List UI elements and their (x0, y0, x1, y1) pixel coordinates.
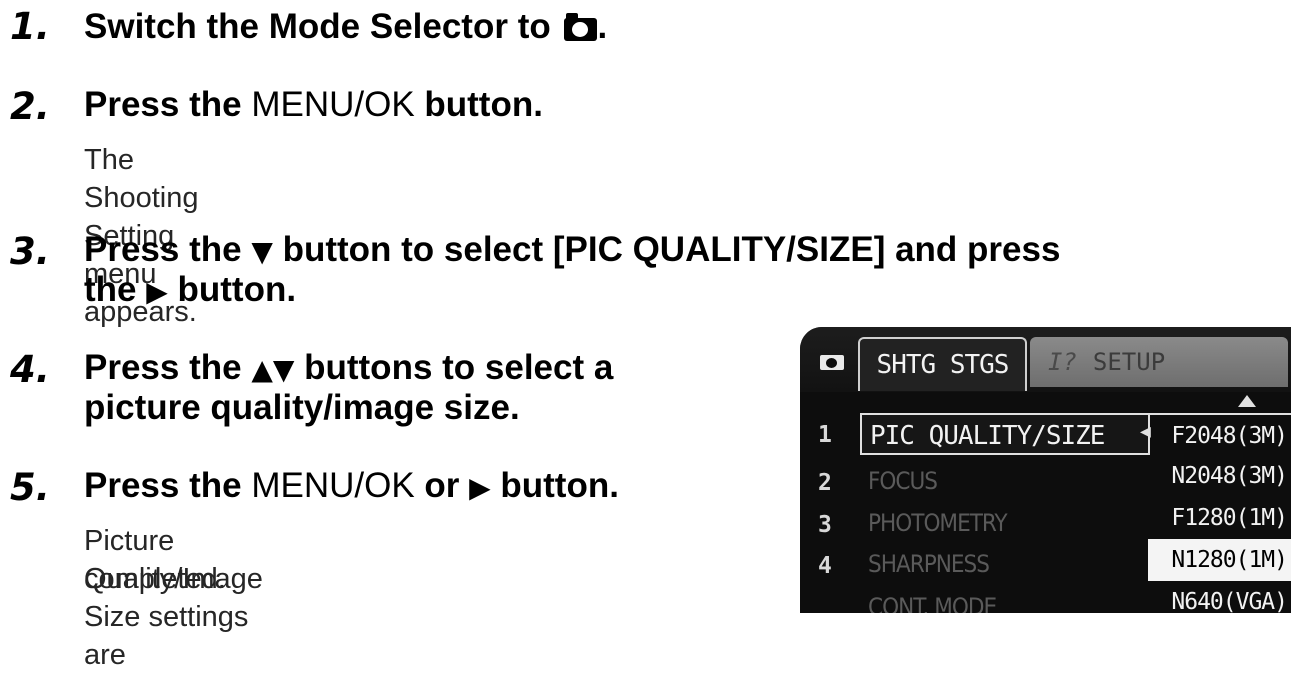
right-arrow-icon: ▶ (469, 471, 491, 504)
menu-ok-key-label: MENU/OK (251, 85, 415, 124)
menu-item-sharpness: SHARPNESS (868, 550, 990, 578)
tab-setup: I? SETUP (1030, 337, 1288, 387)
tab-shooting-settings: SHTG STGS (858, 337, 1027, 391)
step-heading-line-2: picture quality/image size. (84, 388, 520, 427)
menu-ok-key-label: MENU/OK (251, 466, 415, 505)
step-body-line-2: completed. (84, 563, 226, 595)
step-number: 4. (10, 348, 50, 391)
step-body-line-1: Picture Quality/Image Size settings are (84, 525, 263, 671)
menu-item-cont-mode: CONT. MODE (868, 593, 997, 613)
pic-quality-submenu: F2048(3M) N2048(3M) F1280(1M) N1280(1M) … (1148, 413, 1291, 613)
step-number: 5. (10, 466, 50, 509)
row-number: 1 (818, 422, 832, 448)
submenu-option: F1280(1M) (1171, 505, 1288, 531)
menu-tab-bar: SHTG STGS I? SETUP (800, 327, 1291, 392)
step-number: 2. (10, 85, 50, 128)
submenu-option-selected: N1280(1M) (1148, 539, 1291, 581)
down-arrow-icon: ▼ (251, 235, 273, 268)
submenu-option: N640(VGA) (1171, 589, 1288, 613)
camera-menu-screen: SHTG STGS I? SETUP 1 PIC QUALITY/SIZE ◀ 2… (800, 327, 1291, 613)
setup-icon: I? (1048, 348, 1077, 376)
menu-item-pic-quality-size: PIC QUALITY/SIZE (860, 413, 1150, 455)
step-heading: Press the MENU/OK or ▶ button. (84, 466, 619, 505)
row-number: 2 (818, 470, 832, 496)
submenu-option: N2048(3M) (1171, 463, 1288, 489)
step-number: 3. (10, 230, 50, 273)
scroll-up-icon (1238, 395, 1256, 407)
camera-icon (820, 351, 844, 370)
camera-icon (564, 13, 598, 41)
row-number: 3 (818, 512, 832, 538)
step-heading: Switch the Mode Selector to . (84, 7, 608, 46)
step-heading: Press the MENU/OK button. (84, 85, 543, 124)
up-down-arrows-icon: ▲▼ (251, 353, 295, 386)
right-arrow-icon: ▶ (146, 275, 168, 308)
row-number: 4 (818, 553, 832, 579)
menu-item-photometry: PHOTOMETRY (868, 509, 1008, 537)
step-heading-line-2: the ▶ button. (84, 270, 297, 309)
menu-item-focus: FOCUS (868, 467, 938, 495)
step-number: 1. (10, 5, 50, 48)
submenu-option: F2048(3M) (1148, 413, 1291, 455)
